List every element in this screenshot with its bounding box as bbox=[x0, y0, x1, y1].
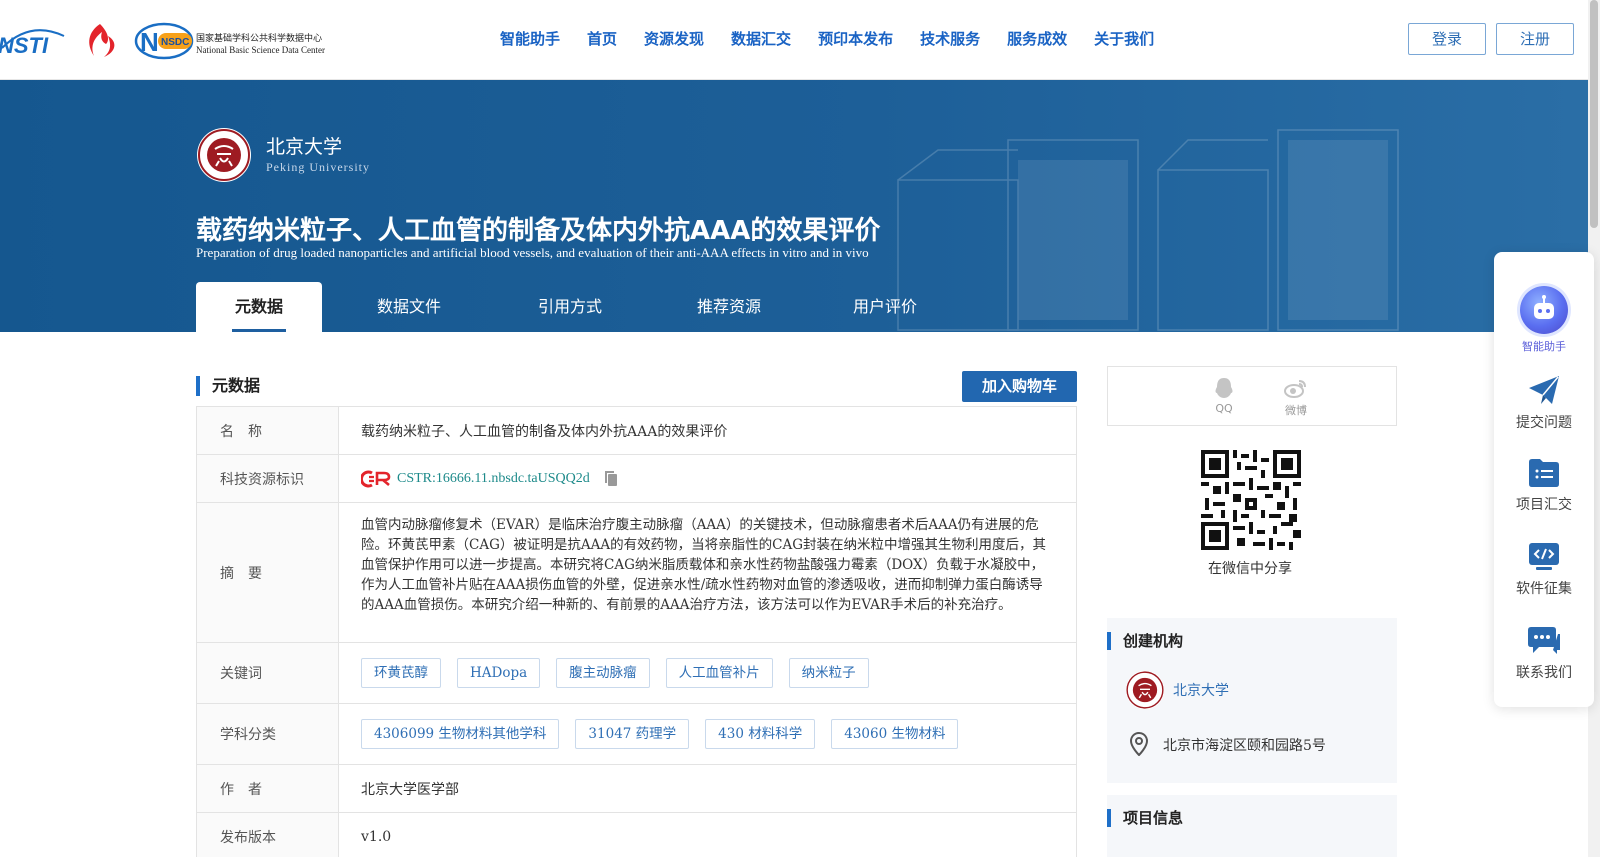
add-to-cart-button[interactable]: 加入购物车 bbox=[962, 371, 1077, 402]
code-icon bbox=[1529, 543, 1559, 570]
side-project-submission-label: 项目汇交 bbox=[1516, 497, 1572, 513]
row-name: 名 称 载药纳米粒子、人工血管的制备及体内外抗AAA的效果评价 bbox=[197, 407, 1076, 455]
subject-tag[interactable]: 430 材料科学 bbox=[705, 719, 816, 749]
dataset-title: 载药纳米粒子、人工血管的制备及体内外抗AAA的效果评价 bbox=[196, 216, 881, 246]
share-weibo-button[interactable]: 微博 bbox=[1276, 377, 1316, 418]
robot-icon bbox=[1520, 286, 1568, 334]
qq-icon bbox=[1215, 378, 1233, 398]
top-navigation-bar: NSTI N NSDC 国家基础学科公共科学数据中心 National Basi… bbox=[0, 0, 1588, 80]
creator-card-title: 创建机构 bbox=[1107, 632, 1183, 650]
org-name-en: Peking University bbox=[266, 160, 370, 174]
svg-text:N: N bbox=[140, 27, 159, 57]
pku-seal-logo-small bbox=[1125, 670, 1165, 710]
nsdc-logo[interactable]: N NSDC 国家基础学科公共科学数据中心 National Basic Sci… bbox=[134, 20, 348, 60]
nav-resource-discovery[interactable]: 资源发现 bbox=[644, 28, 704, 49]
nsdc-logo-cn: 国家基础学科公共科学数据中心 bbox=[196, 34, 323, 44]
chat-icon bbox=[1528, 627, 1560, 654]
side-software-call-label: 软件征集 bbox=[1516, 581, 1572, 597]
copy-icon[interactable] bbox=[604, 470, 618, 487]
row-identifier: 科技资源标识 CSTR:16666.11.nbsdc.taUSQQ2d bbox=[197, 455, 1076, 503]
metadata-table: 名 称 载药纳米粒子、人工血管的制备及体内外抗AAA的效果评价 科技资源标识 C… bbox=[196, 406, 1077, 857]
dataset-title-en: Preparation of drug loaded nanoparticles… bbox=[196, 245, 869, 260]
tab-metadata[interactable]: 元数据 bbox=[196, 282, 322, 332]
share-qq-button[interactable]: QQ bbox=[1204, 377, 1244, 415]
row-abstract: 摘 要 血管内动脉瘤修复术（EVAR）是临床治疗腹主动脉瘤（AAA）的关键技术，… bbox=[197, 503, 1076, 643]
qq-label: QQ bbox=[1215, 402, 1233, 415]
row-label: 名 称 bbox=[197, 407, 339, 454]
side-contact-us-label: 联系我们 bbox=[1516, 665, 1572, 681]
creator-address: 北京市海淀区颐和园路5号 bbox=[1163, 738, 1326, 754]
keyword-tag[interactable]: 腹主动脉瘤 bbox=[556, 658, 650, 688]
side-submit-issue-label: 提交问题 bbox=[1516, 415, 1572, 431]
share-box: QQ 微博 bbox=[1107, 366, 1397, 426]
nav-data-submission[interactable]: 数据汇交 bbox=[731, 28, 791, 49]
row-keywords: 关键词 环黄芪醇 HADopa 腹主动脉瘤 人工血管补片 纳米粒子 bbox=[197, 643, 1076, 704]
row-label: 作 者 bbox=[197, 765, 339, 812]
row-label: 科技资源标识 bbox=[197, 455, 339, 502]
nav-ai-assistant[interactable]: 智能助手 bbox=[500, 28, 560, 49]
floating-side-toolbar: 智能助手 提交问题 项目汇交 软件征集 联系我们 bbox=[1494, 252, 1594, 707]
wechat-share-label: 在微信中分享 bbox=[1208, 561, 1292, 577]
row-subjects: 学科分类 4306099 生物材料其他学科 31047 药理学 430 材料科学… bbox=[197, 704, 1076, 765]
row-version: 发布版本 v1.0 bbox=[197, 813, 1076, 857]
tab-user-reviews[interactable]: 用户评价 bbox=[814, 282, 956, 332]
nav-about[interactable]: 关于我们 bbox=[1094, 28, 1154, 49]
tab-data-files[interactable]: 数据文件 bbox=[322, 282, 496, 332]
main-nav: 智能助手 首页 资源发现 数据汇交 预印本发布 技术服务 服务成效 关于我们 bbox=[500, 28, 1181, 49]
cstr-identifier-link[interactable]: CSTR:16666.11.nbsdc.taUSQQ2d bbox=[397, 471, 590, 487]
side-project-submission-button[interactable]: 项目汇交 bbox=[1494, 458, 1594, 514]
paper-plane-icon bbox=[1529, 376, 1559, 404]
register-button[interactable]: 注册 bbox=[1496, 23, 1574, 55]
location-pin-icon bbox=[1129, 732, 1149, 756]
cstr-logo-icon bbox=[361, 470, 391, 487]
row-label: 学科分类 bbox=[197, 704, 339, 764]
side-contact-us-button[interactable]: 联系我们 bbox=[1494, 626, 1594, 682]
subject-tag[interactable]: 4306099 生物材料其他学科 bbox=[361, 719, 560, 749]
side-ai-assistant-button[interactable]: 智能助手 bbox=[1494, 286, 1594, 354]
hero-banner: 北京大学 Peking University 载药纳米粒子、人工血管的制备及体内… bbox=[0, 80, 1588, 332]
row-authors: 作 者 北京大学医学部 bbox=[197, 765, 1076, 813]
subject-tag[interactable]: 43060 生物材料 bbox=[831, 719, 959, 749]
version-value: v1.0 bbox=[361, 828, 392, 845]
row-label: 发布版本 bbox=[197, 813, 339, 857]
row-label: 关键词 bbox=[197, 643, 339, 703]
red-flame-logo[interactable] bbox=[82, 22, 120, 58]
dataset-name-value: 载药纳米粒子、人工血管的制备及体内外抗AAA的效果评价 bbox=[361, 423, 728, 440]
project-info-card: 项目信息 bbox=[1107, 795, 1397, 857]
keyword-tag[interactable]: 人工血管补片 bbox=[665, 658, 773, 688]
login-button[interactable]: 登录 bbox=[1408, 23, 1486, 55]
row-label: 摘 要 bbox=[197, 503, 339, 642]
nsti-logo[interactable]: NSTI bbox=[0, 22, 66, 58]
keyword-tag[interactable]: 环黄芪醇 bbox=[361, 658, 441, 688]
keyword-tag[interactable]: 纳米粒子 bbox=[788, 658, 869, 688]
subject-tag[interactable]: 31047 药理学 bbox=[575, 719, 690, 749]
metadata-section-title: 元数据 bbox=[196, 376, 260, 396]
nav-tech-service[interactable]: 技术服务 bbox=[920, 28, 980, 49]
side-submit-issue-button[interactable]: 提交问题 bbox=[1494, 374, 1594, 432]
scrollbar-thumb[interactable] bbox=[1590, 0, 1598, 228]
nav-service-results[interactable]: 服务成效 bbox=[1007, 28, 1067, 49]
creator-org-card: 创建机构 北京大学 北京市海淀区颐和园路5号 bbox=[1107, 618, 1397, 783]
side-ai-assistant-label: 智能助手 bbox=[1522, 340, 1566, 353]
nsdc-badge-text: NSDC bbox=[161, 37, 189, 48]
nsti-logo-text: NSTI bbox=[0, 33, 49, 58]
side-software-call-button[interactable]: 软件征集 bbox=[1494, 542, 1594, 598]
wechat-qr-code bbox=[1201, 450, 1301, 550]
folder-list-icon bbox=[1529, 459, 1559, 487]
abstract-text: 血管内动脉瘤修复术（EVAR）是临床治疗腹主动脉瘤（AAA）的关键技术，但动脉瘤… bbox=[361, 517, 1046, 613]
project-card-title: 项目信息 bbox=[1107, 809, 1183, 827]
weibo-icon bbox=[1284, 380, 1306, 398]
weibo-label: 微博 bbox=[1285, 404, 1307, 417]
nav-preprint[interactable]: 预印本发布 bbox=[818, 28, 893, 49]
org-name[interactable]: 北京大学 bbox=[266, 132, 342, 159]
nsdc-logo-en: National Basic Science Data Center bbox=[196, 45, 325, 55]
nav-home[interactable]: 首页 bbox=[587, 28, 617, 49]
pku-seal-logo[interactable] bbox=[196, 127, 252, 183]
authors-value: 北京大学医学部 bbox=[361, 781, 459, 798]
tab-recommended[interactable]: 推荐资源 bbox=[644, 282, 814, 332]
tab-citation[interactable]: 引用方式 bbox=[496, 282, 644, 332]
keyword-tag[interactable]: HADopa bbox=[457, 658, 541, 688]
creator-org-link[interactable]: 北京大学 bbox=[1173, 680, 1229, 700]
tab-bar: 元数据 数据文件 引用方式 推荐资源 用户评价 bbox=[196, 282, 956, 332]
